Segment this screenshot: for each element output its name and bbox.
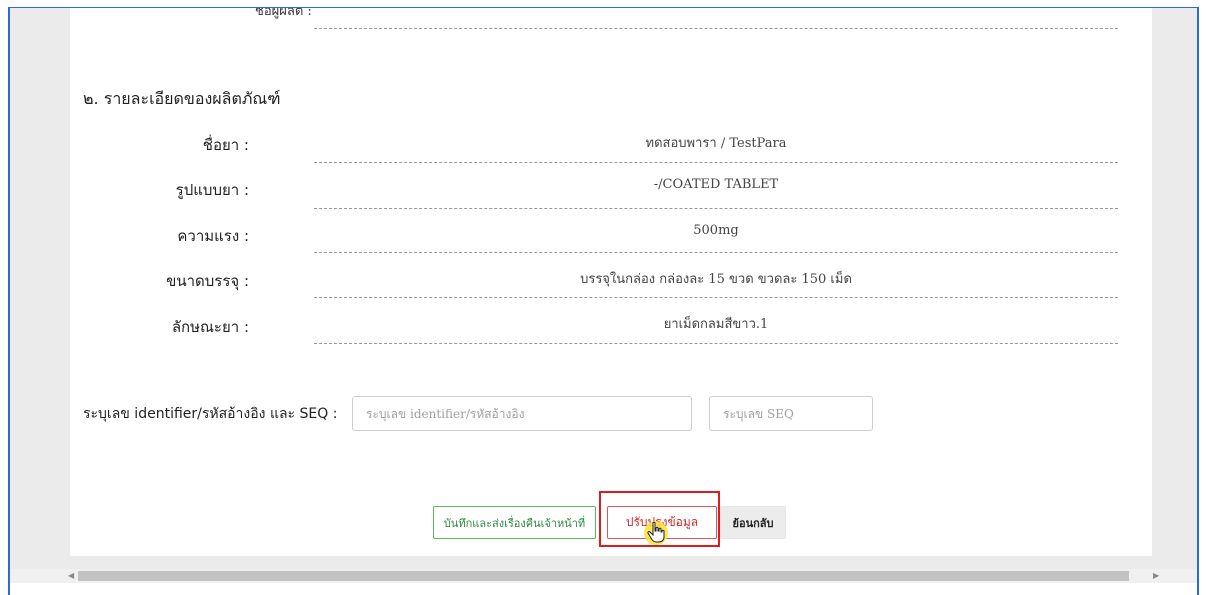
scroll-left-arrow-icon[interactable]: ◀ bbox=[68, 569, 74, 583]
strength-value: 500mg bbox=[693, 223, 739, 238]
row-divider bbox=[314, 28, 1118, 29]
content-card: ชื่อผู้ผลิต : ๒. รายละเอียดของผลิตภัณฑ์ … bbox=[70, 8, 1152, 556]
description-label: ลักษณะยา : bbox=[171, 318, 249, 336]
scroll-right-arrow-icon[interactable]: ▶ bbox=[1153, 569, 1159, 583]
browser-frame: ชื่อผู้ผลิต : ๒. รายละเอียดของผลิตภัณฑ์ … bbox=[8, 7, 1199, 595]
mouse-cursor bbox=[644, 521, 668, 545]
strength-label: ความแรง : bbox=[177, 227, 249, 245]
identifier-input[interactable] bbox=[352, 396, 692, 431]
row-divider bbox=[314, 208, 1118, 209]
bottom-strip bbox=[10, 583, 1197, 595]
pack-size-label: ขนาดบรรจุ : bbox=[166, 272, 249, 290]
section-title: ๒. รายละเอียดของผลิตภัณฑ์ bbox=[83, 89, 281, 108]
save-and-return-button[interactable]: บันทึกและส่งเรื่องคืนเจ้าหน้าที่ bbox=[433, 506, 596, 539]
pack-size-value: บรรจุในกล่อง กล่องละ 15 ขวด ขวดละ 150 เม… bbox=[580, 272, 852, 287]
seq-input[interactable] bbox=[709, 396, 873, 431]
scrollbar-thumb[interactable] bbox=[78, 571, 1129, 581]
back-button[interactable]: ย้อนกลับ bbox=[720, 506, 786, 539]
drug-name-value: ทดสอบพารา / TestPara bbox=[645, 136, 787, 151]
drug-name-label: ชื่อยา : bbox=[202, 136, 249, 154]
description-value: ยาเม็ดกลมสีขาว.1 bbox=[663, 317, 769, 332]
row-divider bbox=[314, 297, 1118, 298]
dosage-form-label: รูปแบบยา : bbox=[175, 181, 249, 199]
row-divider bbox=[314, 343, 1118, 344]
hand-pointer-icon bbox=[647, 521, 665, 543]
dosage-form-value: -/COATED TABLET bbox=[653, 177, 779, 192]
row-divider bbox=[314, 252, 1118, 253]
partial-label: ชื่อผู้ผลิต : bbox=[255, 7, 312, 19]
identifier-label: ระบุเลข identifier/รหัสอ้างอิง และ SEQ : bbox=[83, 406, 338, 422]
row-divider bbox=[314, 162, 1118, 163]
horizontal-scrollbar[interactable]: ◀ ▶ bbox=[10, 569, 1197, 583]
